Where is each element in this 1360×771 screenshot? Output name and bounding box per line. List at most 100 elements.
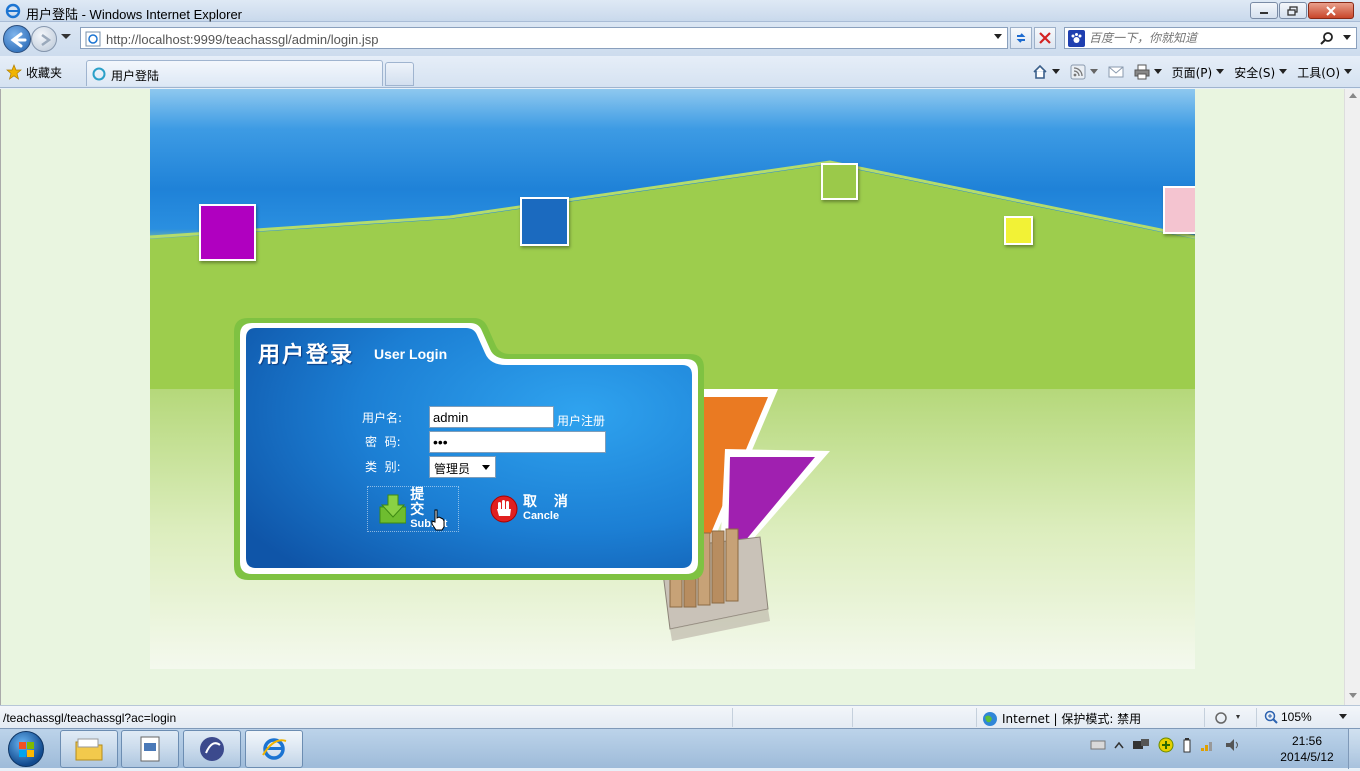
vertical-scrollbar[interactable] bbox=[1344, 89, 1360, 705]
system-clock[interactable]: 21:56 2014/5/12 bbox=[1272, 733, 1342, 765]
login-title-en: User Login bbox=[374, 346, 448, 362]
password-input[interactable] bbox=[429, 431, 606, 453]
minimize-button[interactable] bbox=[1250, 2, 1278, 19]
taskbar-internet-explorer[interactable] bbox=[245, 730, 303, 768]
read-mail-button[interactable] bbox=[1108, 64, 1124, 80]
new-tab-button[interactable] bbox=[385, 62, 414, 86]
rss-icon bbox=[1070, 64, 1086, 80]
chevron-down-icon bbox=[1338, 714, 1347, 719]
address-bar[interactable]: http://localhost:9999/teachassgl/admin/l… bbox=[80, 27, 1008, 49]
chevron-down-icon[interactable] bbox=[993, 33, 1003, 41]
eclipse-icon bbox=[200, 737, 224, 761]
status-divider bbox=[1204, 708, 1205, 727]
taskbar: 21:56 2014/5/12 bbox=[0, 728, 1360, 769]
battery-icon[interactable] bbox=[1182, 737, 1192, 753]
page-menu[interactable]: 页面(P) bbox=[1172, 64, 1225, 81]
internet-explorer-icon bbox=[262, 738, 287, 760]
chevron-down-icon[interactable] bbox=[1153, 69, 1162, 75]
page-menu-label: 页面(P) bbox=[1171, 65, 1213, 80]
status-divider bbox=[732, 708, 733, 727]
chevron-down-icon[interactable] bbox=[1089, 69, 1098, 75]
taskbar-explorer[interactable] bbox=[60, 730, 118, 768]
login-form: 用户登录 User Login 用户名: 用户注册 密 码: 类 别: 管理员 … bbox=[234, 318, 704, 580]
globe-icon bbox=[983, 711, 997, 726]
feeds-button[interactable] bbox=[1070, 64, 1098, 80]
loading-icon bbox=[92, 67, 106, 81]
favorites-label: 收藏夹 bbox=[26, 65, 63, 80]
category-select-value: 管理员 bbox=[434, 462, 471, 476]
cancel-button[interactable]: 取 消 Cancle bbox=[489, 486, 589, 532]
signal-icon[interactable] bbox=[1200, 738, 1216, 752]
zoom-control[interactable]: 105% bbox=[1264, 710, 1347, 724]
search-box[interactable] bbox=[1064, 27, 1357, 49]
chevron-down-icon bbox=[482, 465, 490, 470]
system-tray bbox=[1090, 737, 1242, 753]
favorites-button[interactable]: 收藏夹 bbox=[6, 62, 62, 82]
window-title: 用户登陆 - Windows Internet Explorer bbox=[26, 7, 243, 22]
chevron-down-icon[interactable] bbox=[1051, 69, 1060, 75]
address-url[interactable]: http://localhost:9999/teachassgl/admin/l… bbox=[106, 32, 378, 47]
page-icon bbox=[85, 31, 101, 47]
cancel-label-cn: 取 消 bbox=[523, 494, 574, 510]
register-link[interactable]: 用户注册 bbox=[557, 412, 605, 429]
baidu-paw-icon bbox=[1068, 30, 1085, 47]
home-button[interactable] bbox=[1032, 64, 1060, 80]
arrow-right-icon bbox=[41, 33, 52, 47]
login-title-cn: 用户登录 bbox=[258, 343, 355, 368]
stop-button[interactable] bbox=[1034, 27, 1056, 49]
forward-button[interactable] bbox=[31, 26, 57, 52]
chevron-down-icon[interactable] bbox=[1342, 34, 1352, 42]
refresh-button[interactable] bbox=[1010, 27, 1032, 49]
status-url: /teachassgl/teachassgl?ac=login bbox=[3, 711, 177, 725]
zoom-icon bbox=[1264, 710, 1278, 724]
tab-login[interactable]: 用户登陆 bbox=[86, 60, 383, 86]
username-input[interactable] bbox=[429, 406, 554, 428]
category-label: 类 别: bbox=[365, 460, 401, 474]
username-label: 用户名: bbox=[362, 411, 403, 425]
download-arrow-icon bbox=[379, 494, 407, 524]
volume-icon[interactable] bbox=[1224, 737, 1242, 753]
search-input[interactable] bbox=[1089, 30, 1314, 46]
start-button[interactable] bbox=[8, 731, 44, 767]
clock-time: 21:56 bbox=[1291, 734, 1323, 748]
status-divider bbox=[976, 708, 977, 727]
printer-icon bbox=[1134, 64, 1150, 80]
clock-date: 2014/5/12 bbox=[1280, 750, 1334, 764]
status-bar: /teachassgl/teachassgl?ac=login Internet… bbox=[0, 705, 1360, 728]
password-label: 密 码: bbox=[365, 435, 401, 449]
chevron-down-icon bbox=[1279, 69, 1288, 74]
close-icon bbox=[1039, 32, 1051, 44]
taskbar-eclipse[interactable] bbox=[183, 730, 241, 768]
search-icon[interactable] bbox=[1320, 31, 1334, 45]
network-icon[interactable] bbox=[1132, 737, 1150, 753]
protected-mode-button[interactable] bbox=[1214, 711, 1242, 728]
show-desktop-button[interactable] bbox=[1348, 729, 1360, 769]
favorites-bar: 收藏夹 用户登陆 页面(P) 安全(S) 工具(O) bbox=[0, 56, 1360, 88]
print-button[interactable] bbox=[1134, 64, 1162, 80]
safety-menu[interactable]: 安全(S) bbox=[1234, 64, 1288, 81]
security-zone[interactable]: Internet | 保护模式: 禁用 bbox=[982, 710, 1141, 727]
scroll-up-icon[interactable] bbox=[1349, 93, 1357, 99]
safety-menu-label: 安全(S) bbox=[1234, 65, 1276, 80]
history-dropdown-icon[interactable] bbox=[60, 33, 72, 41]
tab-label: 用户登陆 bbox=[111, 69, 160, 83]
scroll-down-icon[interactable] bbox=[1349, 693, 1357, 699]
back-button[interactable] bbox=[3, 25, 31, 53]
close-button[interactable] bbox=[1308, 2, 1354, 19]
taskbar-document[interactable] bbox=[121, 730, 179, 768]
status-divider bbox=[1256, 708, 1257, 727]
category-select[interactable]: 管理员 bbox=[429, 456, 496, 478]
tools-menu-label: 工具(O) bbox=[1297, 65, 1340, 80]
maximize-button[interactable] bbox=[1279, 2, 1307, 19]
title-bar: 用户登陆 - Windows Internet Explorer bbox=[0, 0, 1360, 22]
decor-square-yellow bbox=[1004, 216, 1033, 245]
decor-square-purple bbox=[199, 204, 256, 261]
decor-square-blue bbox=[520, 197, 569, 246]
chevron-down-icon bbox=[1216, 69, 1225, 74]
decor-square-green bbox=[821, 163, 858, 200]
show-hidden-icons-icon[interactable] bbox=[1114, 741, 1124, 749]
keyboard-icon[interactable] bbox=[1090, 739, 1106, 751]
tools-menu[interactable]: 工具(O) bbox=[1297, 64, 1352, 81]
add-icon[interactable] bbox=[1158, 737, 1174, 753]
hand-cursor-icon bbox=[431, 509, 445, 531]
